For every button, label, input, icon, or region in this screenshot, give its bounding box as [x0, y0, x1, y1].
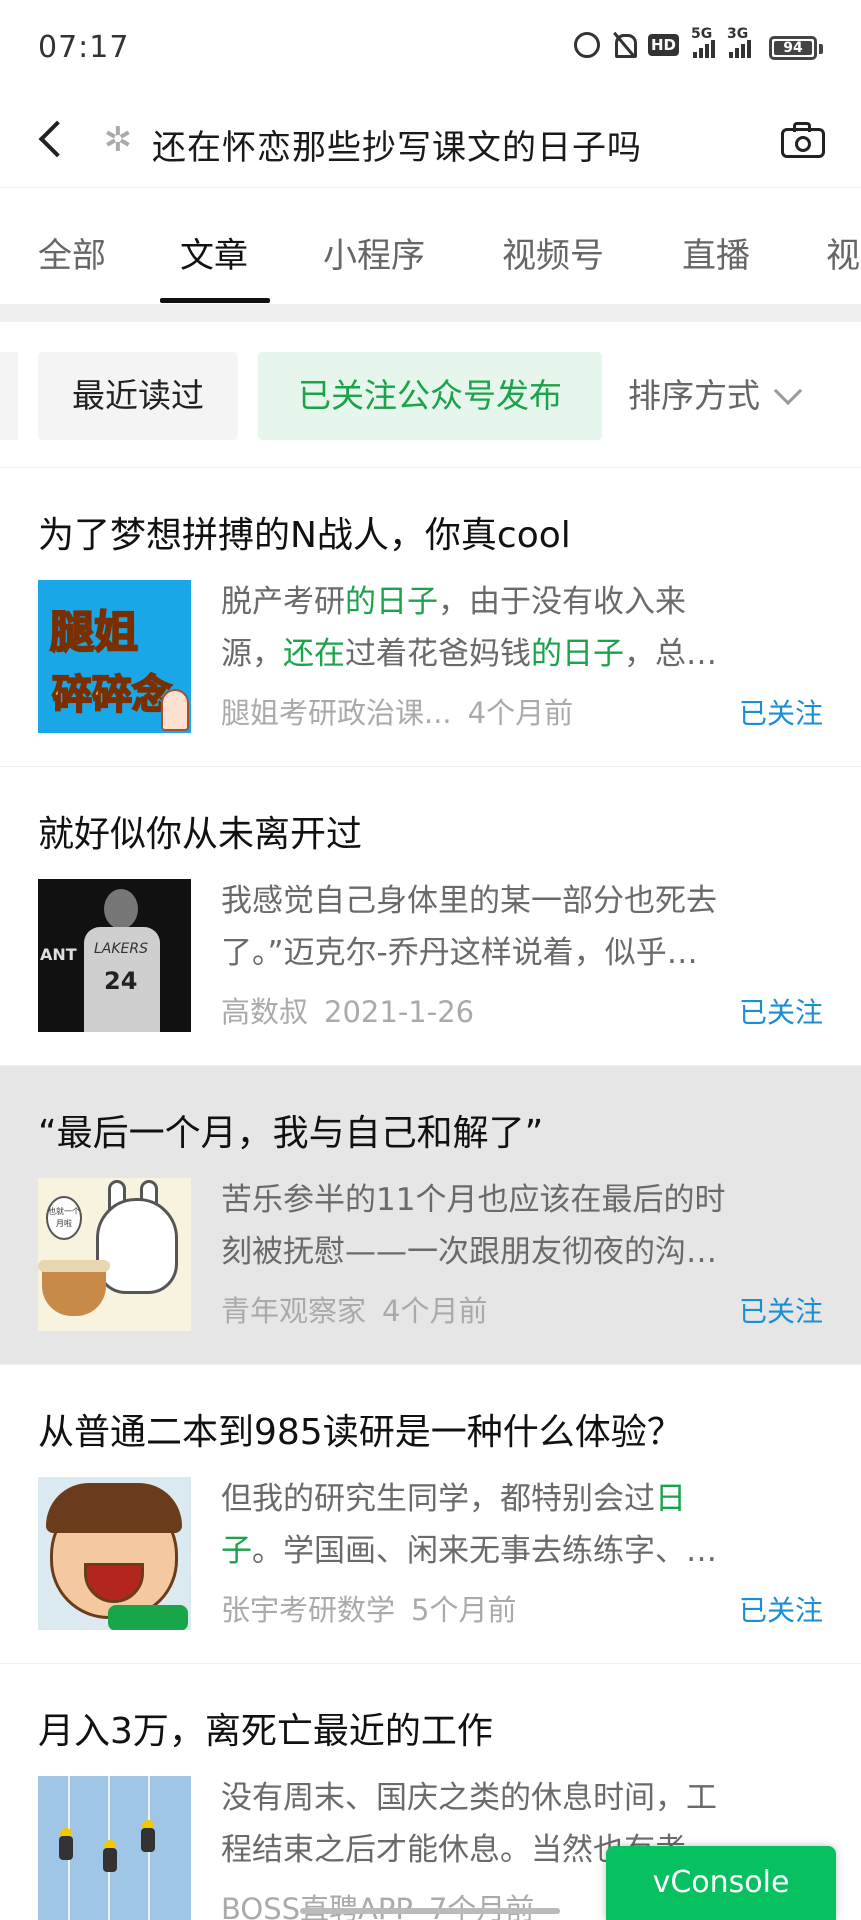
- status-icons: HD 5G 3G: [573, 26, 751, 58]
- sort-dropdown[interactable]: 排序方式: [628, 352, 803, 440]
- results-list: 为了梦想拼搏的N战人，你真cool 腿姐 碎碎念 脱产考研的日子，由于没有收入来…: [0, 468, 861, 1920]
- vconsole-button[interactable]: vConsole: [606, 1846, 836, 1920]
- hd-icon: HD: [647, 34, 679, 56]
- basketball-player-image: LAKERS 24: [78, 889, 164, 1032]
- thumbnail-text: 也就一个月啦: [46, 1196, 82, 1240]
- signal-3g-label: 3G: [727, 26, 749, 42]
- thumbnail-text: ANT: [40, 945, 77, 964]
- tab-bar: 全部 文章 小程序 视频号 直播 视: [0, 188, 861, 304]
- article-snippet: 脱产考研的日子，由于没有收入来 源，还在过着花爸妈钱的日子，总…: [221, 584, 717, 672]
- article-title: 为了梦想拼搏的N战人，你真cool: [38, 515, 571, 556]
- article-meta: 张宇考研数学 5个月前: [221, 1587, 516, 1629]
- article-title: “最后一个月，我与自己和解了”: [38, 1113, 544, 1154]
- status-time: 07:17: [38, 30, 130, 65]
- tab-channels[interactable]: 视频号: [502, 228, 604, 277]
- article-source[interactable]: 张宇考研数学: [221, 1593, 395, 1627]
- article-thumbnail: [38, 1776, 191, 1920]
- search-header: ✲ 还在怀恋那些抄写课文的日子吗: [0, 96, 861, 188]
- thumbnail-text: 碎碎念: [51, 671, 173, 719]
- article-meta: 青年观察家 4个月前: [221, 1288, 487, 1330]
- loading-icon: ✲: [103, 120, 133, 160]
- article-date: 4个月前: [467, 696, 574, 730]
- home-indicator[interactable]: [300, 1908, 560, 1914]
- article-source[interactable]: 高数叔: [221, 995, 308, 1029]
- article-thumbnail: ANT LAKERS 24: [38, 879, 191, 1032]
- article-source[interactable]: 腿姐考研政治课...: [221, 696, 452, 730]
- article-date: 2021-1-26: [324, 995, 475, 1029]
- active-tab-indicator: [160, 298, 270, 303]
- article-title: 从普通二本到985读研是一种什么体验？: [38, 1412, 683, 1453]
- section-divider: [0, 304, 861, 322]
- followed-badge: 已关注: [738, 697, 823, 730]
- thumbnail-text: LAKERS: [94, 941, 149, 957]
- signal-5g-label: 5G: [691, 26, 713, 42]
- article-item[interactable]: 为了梦想拼搏的N战人，你真cool 腿姐 碎碎念 脱产考研的日子，由于没有收入来…: [0, 468, 861, 767]
- battery-level: 94: [783, 40, 803, 56]
- thumbnail-text: 腿姐: [49, 606, 139, 659]
- article-meta: BOSS直聘APP 7个月前: [221, 1886, 534, 1920]
- article-meta: 腿姐考研政治课... 4个月前: [221, 690, 573, 732]
- article-date: 4个月前: [382, 1294, 488, 1328]
- article-source[interactable]: BOSS直聘APP: [221, 1892, 413, 1920]
- back-icon[interactable]: [30, 116, 78, 164]
- article-thumbnail: 腿姐 碎碎念: [38, 580, 191, 733]
- followed-badge: 已关注: [738, 1594, 823, 1627]
- article-date: 7个月前: [428, 1892, 535, 1920]
- article-date: 5个月前: [411, 1593, 517, 1627]
- filter-chip-partial[interactable]: [0, 352, 18, 440]
- article-meta: 高数叔 2021-1-26: [221, 989, 474, 1031]
- thumbnail-text: 24: [104, 967, 138, 995]
- article-item[interactable]: “最后一个月，我与自己和解了” 也就一个月啦 苦乐参半的11个月也应该在最后的时…: [0, 1066, 861, 1365]
- article-thumbnail: [38, 1477, 191, 1630]
- article-source[interactable]: 青年观察家: [221, 1294, 366, 1328]
- battery-cap: [819, 44, 823, 54]
- tab-mini-programs[interactable]: 小程序: [323, 228, 425, 277]
- article-title: 月入3万，离死亡最近的工作: [38, 1711, 493, 1752]
- article-thumbnail: 也就一个月啦: [38, 1178, 191, 1331]
- article-item[interactable]: 从普通二本到985读研是一种什么体验？ 但我的研究生同学，都特别会过日 子。学国…: [0, 1365, 861, 1664]
- article-snippet: 但我的研究生同学，都特别会过日 子。学国画、闲来无事去练练字、…: [221, 1481, 717, 1569]
- filter-row: 最近读过 已关注公众号发布 排序方式: [0, 322, 861, 468]
- signal-5g-icon: 5G: [691, 26, 715, 58]
- battery-icon: 94: [769, 36, 817, 60]
- followed-badge: 已关注: [738, 996, 823, 1029]
- search-query[interactable]: 还在怀恋那些抄写课文的日子吗: [152, 120, 642, 169]
- cartoon-bunny-image: [96, 1198, 178, 1294]
- article-title: 就好似你从未离开过: [38, 814, 363, 855]
- camera-icon[interactable]: [779, 120, 827, 164]
- filter-followed-accounts[interactable]: 已关注公众号发布: [258, 352, 602, 440]
- sort-label: 排序方式: [628, 376, 760, 415]
- cartoon-girl-icon: [161, 689, 189, 731]
- tab-video[interactable]: 视: [826, 228, 860, 277]
- article-item[interactable]: 就好似你从未离开过 ANT LAKERS 24 我感觉自己身体里的某一部分也死去…: [0, 767, 861, 1066]
- signal-3g-icon: 3G: [727, 26, 751, 58]
- tab-all[interactable]: 全部: [38, 228, 106, 277]
- followed-badge: 已关注: [738, 1295, 823, 1328]
- article-snippet: 我感觉自己身体里的某一部分也死去 了。”迈克尔-乔丹这样说着，似乎…: [221, 883, 717, 971]
- chevron-down-icon: [773, 376, 803, 406]
- tab-live[interactable]: 直播: [682, 228, 750, 277]
- status-bar: 07:17 HD 5G 3G 94: [0, 0, 861, 96]
- article-snippet: 苦乐参半的11个月也应该在最后的时 刻被抚慰——一次跟朋友彻夜的沟…: [221, 1182, 726, 1270]
- alarm-icon: [573, 32, 600, 58]
- mute-icon: [612, 32, 637, 58]
- tab-articles[interactable]: 文章: [180, 228, 248, 277]
- filter-recently-read[interactable]: 最近读过: [38, 352, 238, 440]
